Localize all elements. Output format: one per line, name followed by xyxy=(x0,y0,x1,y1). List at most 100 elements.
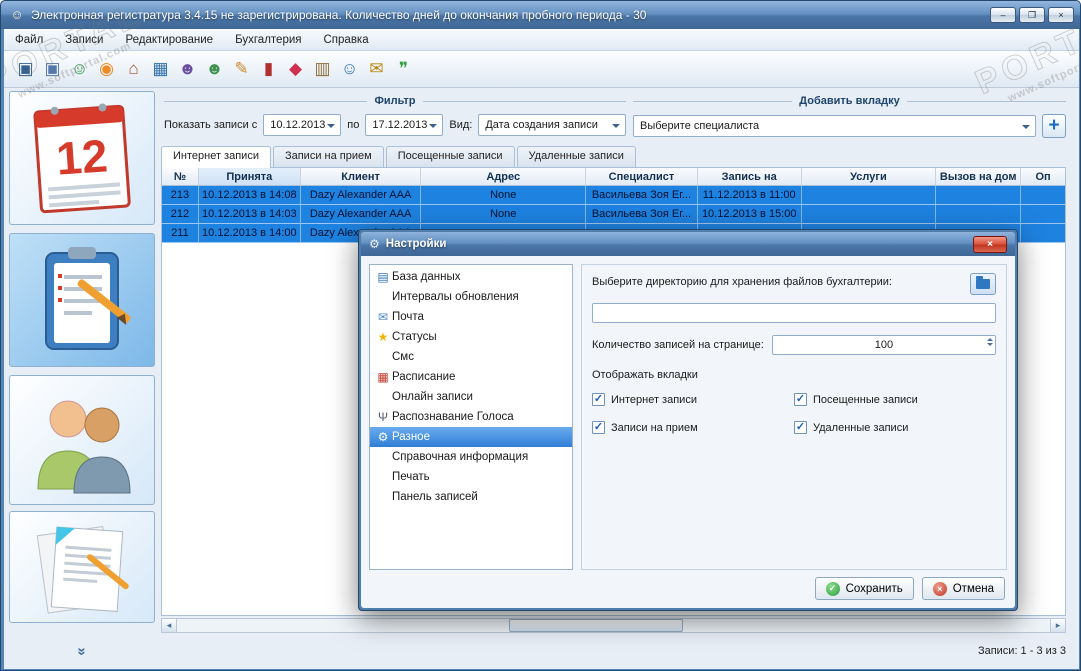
col-operator[interactable]: Оп xyxy=(1021,168,1065,186)
chat-icon[interactable]: ❞ xyxy=(390,55,417,83)
to-label: по xyxy=(347,119,360,131)
edit-record-icon[interactable]: ✎ xyxy=(228,55,255,83)
list-item-online-records[interactable]: Онлайн записи xyxy=(370,387,572,407)
tab-deleted-records[interactable]: Удаленные записи xyxy=(516,146,636,167)
add-client-icon[interactable]: ☺ xyxy=(66,55,93,83)
view-select[interactable]: Дата создания записи xyxy=(478,114,626,136)
save-all-icon[interactable]: ▣ xyxy=(39,55,66,83)
sidebar-item-tasks[interactable] xyxy=(9,233,155,367)
cancel-button[interactable]: × Отмена xyxy=(921,577,1005,600)
checkbox-internet-records[interactable]: ✓ Интернет записи xyxy=(592,393,794,406)
close-button[interactable]: × xyxy=(1048,7,1074,23)
col-received[interactable]: Принята xyxy=(198,168,301,186)
checkbox-visited-records[interactable]: ✓ Посещенные записи xyxy=(794,393,996,406)
sidebar-item-documents[interactable] xyxy=(9,511,155,623)
spinner-icon[interactable] xyxy=(987,338,993,346)
chevron-down-icon xyxy=(612,124,620,132)
list-item-mail[interactable]: ✉ Почта xyxy=(370,307,572,327)
cell: None xyxy=(421,205,587,224)
home-icon[interactable]: ⌂ xyxy=(120,55,147,83)
scrollbar-track[interactable] xyxy=(177,619,1050,632)
cell: Васильева Зоя Ег... xyxy=(586,205,698,224)
list-item-statuses[interactable]: ★ Статусы xyxy=(370,327,572,347)
cell: 213 xyxy=(162,186,199,205)
add-tab-button[interactable]: + xyxy=(1042,114,1066,138)
records-count-status: Записи: 1 - 3 из 3 xyxy=(977,645,1066,657)
checkbox-icon: ✓ xyxy=(794,421,807,434)
list-item-sms[interactable]: Смс xyxy=(370,347,572,367)
menu-help[interactable]: Справка xyxy=(313,31,380,49)
dialog-titlebar[interactable]: ⚙ Настройки × xyxy=(361,232,1015,256)
menu-records[interactable]: Записи xyxy=(54,31,114,49)
col-client[interactable]: Клиент xyxy=(300,168,422,186)
journal-icon[interactable]: ▮ xyxy=(255,55,282,83)
mail-icon[interactable]: ✉ xyxy=(363,55,390,83)
sidebar-item-clients[interactable] xyxy=(9,375,155,505)
microphone-icon: Ψ xyxy=(377,410,389,424)
directory-input[interactable] xyxy=(592,303,996,323)
col-appointment[interactable]: Запись на xyxy=(697,168,802,186)
minimize-button[interactable]: – xyxy=(990,7,1016,23)
cell: 10.12.2013 в 14:03 xyxy=(198,205,301,224)
save-icon[interactable]: ▣ xyxy=(12,55,39,83)
checkbox-appointments[interactable]: ✓ Записи на прием xyxy=(592,421,794,434)
svg-text:12: 12 xyxy=(55,129,110,184)
col-specialist[interactable]: Специалист xyxy=(586,168,698,186)
list-item-update-intervals[interactable]: Интервалы обновления xyxy=(370,287,572,307)
date-from-picker[interactable]: 10.12.2013 xyxy=(263,114,342,136)
browse-folder-button[interactable] xyxy=(970,273,996,295)
date-to-picker[interactable]: 17.12.2013 xyxy=(365,114,444,136)
checkbox-deleted-records[interactable]: ✓ Удаленные записи xyxy=(794,421,996,434)
tab-internet-records[interactable]: Интернет записи xyxy=(161,146,271,168)
tab-appointments[interactable]: Записи на прием xyxy=(272,146,384,167)
list-item-print[interactable]: Печать xyxy=(370,467,572,487)
col-house-call[interactable]: Вызов на дом xyxy=(936,168,1022,186)
clients-icon[interactable]: ☻ xyxy=(201,55,228,83)
checkbox-icon: ✓ xyxy=(794,393,807,406)
maximize-button[interactable]: ❐ xyxy=(1019,7,1045,23)
col-services[interactable]: Услуги xyxy=(801,168,937,186)
list-item-records-panel[interactable]: Панель записей xyxy=(370,487,572,507)
gift-icon[interactable]: ◆ xyxy=(282,55,309,83)
save-button[interactable]: ✓ Сохранить xyxy=(814,577,914,600)
tab-visited-records[interactable]: Посещенные записи xyxy=(385,146,515,167)
specialist-icon[interactable]: ☺ xyxy=(336,55,363,83)
titlebar[interactable]: ☺ Электронная регистратура 3.4.15 не зар… xyxy=(1,1,1080,29)
specialist-select[interactable]: Выберите специалиста xyxy=(633,115,1036,137)
list-item-voice-recognition[interactable]: Ψ Распознавание Голоса xyxy=(370,407,572,427)
settings-dialog: ⚙ Настройки × ▤ База данных Интервалы обн… xyxy=(358,229,1018,611)
scroll-left-icon[interactable]: ◂ xyxy=(162,619,177,632)
menu-file[interactable]: Файл xyxy=(4,31,54,49)
table-row[interactable]: 212 10.12.2013 в 14:03 Dazy Alexander AA… xyxy=(162,205,1065,224)
scroll-right-icon[interactable]: ▸ xyxy=(1050,619,1065,632)
menu-edit[interactable]: Редактирование xyxy=(114,31,224,49)
new-record-icon[interactable]: ◉ xyxy=(93,55,120,83)
list-item-reference-info[interactable]: Справочная информация xyxy=(370,447,572,467)
horizontal-scrollbar[interactable]: ◂ ▸ xyxy=(161,618,1066,633)
meeting-icon[interactable]: ☻ xyxy=(174,55,201,83)
list-item-database[interactable]: ▤ База данных xyxy=(370,267,572,287)
col-address[interactable]: Адрес xyxy=(421,168,587,186)
records-per-page-input[interactable]: 100 xyxy=(771,335,996,355)
dialog-title: Настройки xyxy=(385,238,447,250)
col-number[interactable]: № xyxy=(162,168,199,186)
cell: Васильева Зоя Ег... xyxy=(586,186,698,205)
scrollbar-thumb[interactable] xyxy=(508,619,684,632)
archive-icon[interactable]: ▥ xyxy=(309,55,336,83)
cell: 211 xyxy=(162,224,199,243)
dialog-close-button[interactable]: × xyxy=(973,235,1007,253)
cell: Dazy Alexander AAA xyxy=(300,205,422,224)
schedule-icon[interactable]: ▦ xyxy=(147,55,174,83)
display-tabs-label: Отображать вкладки xyxy=(592,369,698,381)
table-row[interactable]: 213 10.12.2013 в 14:08 Dazy Alexander AA… xyxy=(162,186,1065,205)
filter-group-label: Фильтр xyxy=(374,95,416,107)
documents-image xyxy=(36,526,129,614)
gear-icon: ⚙ xyxy=(377,430,389,444)
cell xyxy=(801,205,937,224)
menu-accounting[interactable]: Бухгалтерия xyxy=(224,31,312,49)
settings-category-list: ▤ База данных Интервалы обновления ✉ Почта… xyxy=(369,264,573,570)
list-item-misc[interactable]: ⚙ Разное xyxy=(370,427,572,447)
sidebar-item-calendar[interactable]: 12 xyxy=(9,91,155,225)
sidebar-collapse-button[interactable]: » xyxy=(9,643,155,660)
list-item-schedule[interactable]: ▦ Расписание xyxy=(370,367,572,387)
